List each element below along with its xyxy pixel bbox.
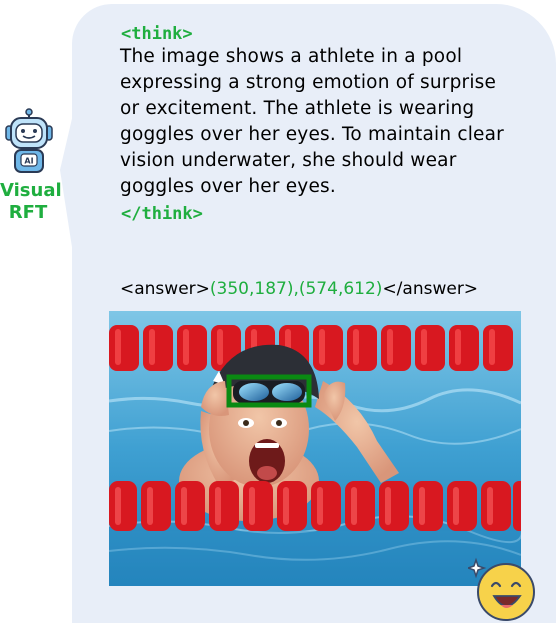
agent-label-line1: Visual xyxy=(0,180,62,201)
answer-coordinates: (350,187),(574,612) xyxy=(209,279,383,299)
answer-close-tag: </answer> xyxy=(382,279,479,299)
agent-label-line2: RFT xyxy=(8,202,48,223)
agent-label: Visual RFT xyxy=(0,180,62,224)
answer-line: <answer>(350,187),(574,612)</answer> xyxy=(120,278,478,300)
avatar-badge: AI xyxy=(24,157,33,166)
think-open-tag: <think> xyxy=(121,24,193,44)
answer-open-tag: <answer> xyxy=(120,279,210,299)
reasoning-text: The image shows a athlete in a pool expr… xyxy=(120,46,504,197)
think-close-tag: </think> xyxy=(121,204,203,224)
swimmer-in-pool-image xyxy=(109,311,521,586)
robot-ai-icon: AI xyxy=(5,108,53,173)
starstruck-emoji-icon xyxy=(468,557,535,621)
